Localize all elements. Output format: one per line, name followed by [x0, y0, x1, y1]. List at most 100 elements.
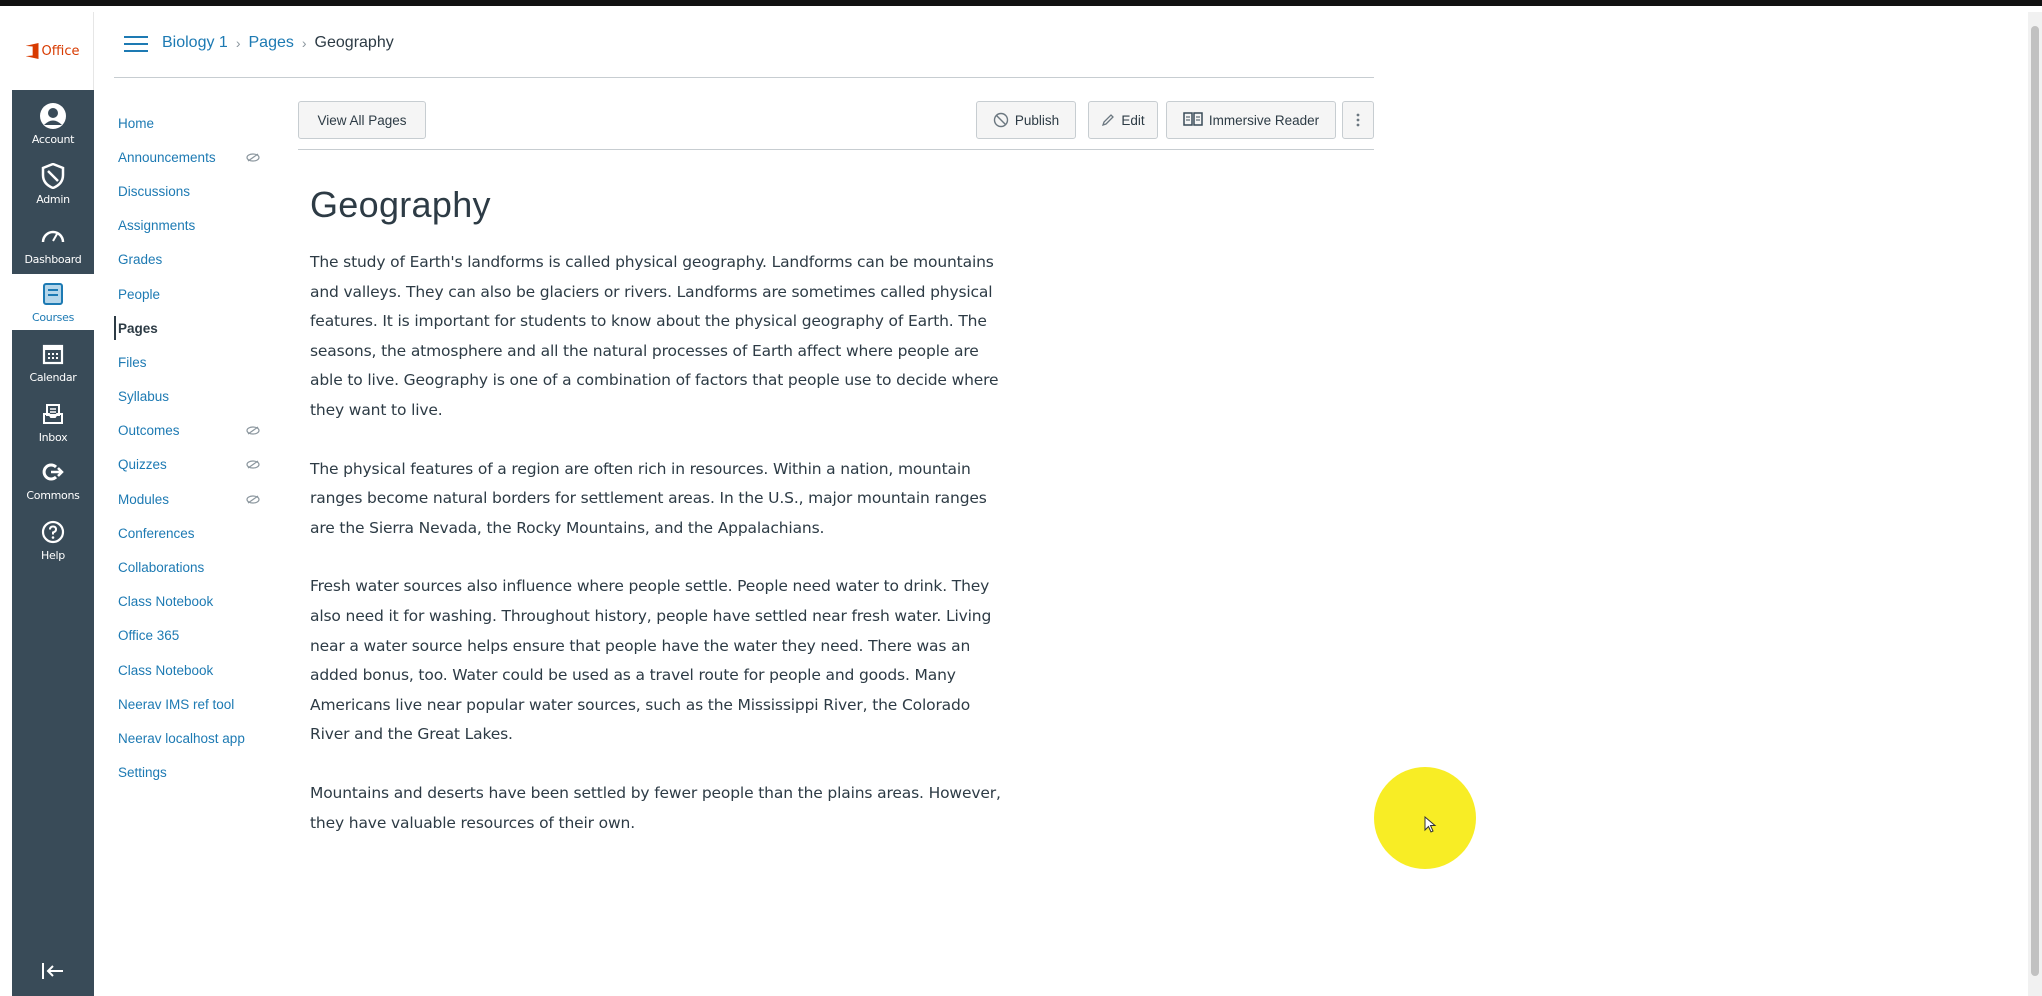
collapse-arrow-icon [42, 963, 63, 979]
global-nav-label: Account [31, 133, 75, 146]
course-nav-home[interactable]: Home [118, 106, 278, 140]
global-nav-courses[interactable]: Courses [12, 274, 94, 330]
global-nav-label: Admin [36, 193, 70, 206]
page-title: Geography [310, 184, 491, 225]
course-nav-office-365[interactable]: Office 365 [118, 619, 278, 653]
global-nav-commons[interactable]: Commons [12, 452, 94, 508]
course-nav-files[interactable]: Files [118, 345, 278, 379]
course-nav-label: Outcomes [118, 423, 180, 439]
hamburger-menu-icon[interactable] [124, 36, 148, 54]
immersive-reader-icon [1183, 112, 1203, 126]
global-nav-admin[interactable]: Admin [12, 156, 94, 212]
scrollbar-thumb[interactable] [2031, 26, 2039, 976]
course-nav-collaborations[interactable]: Collaborations [118, 550, 278, 584]
course-nav-localhost-app[interactable]: Neerav localhost app [118, 721, 278, 755]
course-nav-label: Syllabus [118, 389, 170, 405]
course-nav-label: Announcements [118, 149, 216, 165]
breadcrumb: Biology 1 › Pages › Geography [162, 34, 394, 52]
office-logo-icon [25, 43, 39, 59]
collapse-nav-button[interactable] [38, 958, 68, 984]
course-nav-discussions[interactable]: Discussions [118, 174, 278, 208]
edit-button[interactable]: Edit [1088, 101, 1158, 139]
page-content: Geography The study of Earth's landforms… [310, 184, 1010, 867]
global-nav-label: Help [41, 549, 65, 562]
help-icon [39, 518, 67, 546]
admin-shield-icon [39, 162, 67, 190]
page-header: Biology 1 › Pages › Geography [94, 12, 1374, 78]
global-nav-inbox[interactable]: Inbox [12, 394, 94, 450]
course-nav-outcomes[interactable]: Outcomes [118, 414, 278, 448]
content-paragraph: Fresh water sources also influence where… [310, 577, 992, 744]
breadcrumb-separator-icon: › [235, 35, 241, 51]
publish-button[interactable]: Publish [976, 101, 1076, 139]
course-nav-people[interactable]: People [118, 277, 278, 311]
course-nav-announcements[interactable]: Announcements [118, 140, 278, 174]
global-nav-label: Commons [26, 489, 80, 502]
page-scrollbar[interactable] [2028, 12, 2042, 996]
mouse-pointer-icon [1424, 816, 1437, 833]
hidden-eye-icon [246, 495, 260, 504]
course-nav-label: Neerav IMS ref tool [118, 696, 235, 712]
immersive-reader-button[interactable]: Immersive Reader [1166, 101, 1336, 139]
course-nav-label: Office 365 [118, 628, 180, 644]
course-nav-label: Class Notebook [118, 662, 214, 678]
course-nav-pages[interactable]: Pages [114, 311, 278, 345]
view-all-pages-label: View All Pages [317, 112, 407, 128]
global-nav-dashboard[interactable]: Dashboard [12, 216, 94, 272]
course-nav-class-notebook[interactable]: Class Notebook [118, 585, 278, 619]
office-logo[interactable]: Office [12, 12, 94, 90]
course-nav-modules[interactable]: Modules [118, 482, 278, 516]
course-nav-label: Neerav localhost app [118, 730, 245, 746]
course-nav-label: Conferences [118, 525, 195, 541]
breadcrumb-pages-link[interactable]: Pages [249, 34, 294, 52]
course-nav-label: Grades [118, 252, 163, 268]
course-nav-conferences[interactable]: Conferences [118, 516, 278, 550]
header-divider [114, 77, 1374, 78]
account-icon [39, 102, 67, 130]
course-nav-settings[interactable]: Settings [118, 756, 278, 790]
hidden-eye-icon [246, 426, 260, 435]
global-nav-account[interactable]: Account [12, 96, 94, 152]
course-nav-syllabus[interactable]: Syllabus [118, 380, 278, 414]
course-nav-label: Home [118, 115, 155, 131]
unpublished-icon [993, 112, 1009, 128]
course-nav-label: Quizzes [118, 457, 167, 473]
course-nav-quizzes[interactable]: Quizzes [118, 448, 278, 482]
inbox-icon [39, 400, 67, 428]
breadcrumb-separator-icon: › [301, 35, 307, 51]
global-navigation: Office Account Admin Dashboard Courses C… [12, 12, 94, 996]
immersive-reader-label: Immersive Reader [1208, 112, 1320, 128]
course-nav-assignments[interactable]: Assignments [118, 209, 278, 243]
pencil-icon [1102, 114, 1115, 127]
publish-label: Publish [1014, 112, 1060, 128]
commons-icon [39, 458, 67, 486]
course-nav-label: Modules [118, 491, 170, 507]
breadcrumb-current: Geography [314, 34, 394, 51]
content-paragraph: The study of Earth's landforms is called… [310, 253, 999, 419]
app-frame: Office Account Admin Dashboard Courses C… [0, 0, 2042, 996]
global-nav-label: Inbox [38, 431, 68, 444]
course-nav-class-notebook-2[interactable]: Class Notebook [118, 653, 278, 687]
more-options-button[interactable] [1342, 101, 1374, 139]
global-nav-help[interactable]: Help [12, 512, 94, 568]
course-nav-label: Collaborations [118, 560, 205, 576]
office-logo-text: Office [41, 43, 80, 59]
kebab-menu-icon [1356, 113, 1360, 127]
course-navigation: Home Announcements Discussions Assignmen… [114, 106, 278, 790]
calendar-icon [39, 340, 67, 368]
hidden-eye-icon [246, 153, 260, 162]
content-paragraph: Mountains and deserts have been settled … [310, 783, 1001, 832]
course-nav-label: Settings [118, 765, 167, 781]
view-all-pages-button[interactable]: View All Pages [298, 101, 426, 139]
hidden-eye-icon [246, 460, 260, 470]
global-nav-calendar[interactable]: Calendar [12, 334, 94, 390]
window-edge [0, 6, 12, 996]
global-nav-label: Courses [31, 311, 75, 324]
course-nav-label: Files [118, 354, 147, 370]
course-nav-grades[interactable]: Grades [118, 243, 278, 277]
toolbar-divider [298, 149, 1374, 150]
course-nav-label: Pages [118, 320, 158, 336]
dashboard-icon [39, 222, 67, 250]
course-nav-ims-ref-tool[interactable]: Neerav IMS ref tool [118, 687, 278, 721]
breadcrumb-course-link[interactable]: Biology 1 [162, 34, 228, 52]
